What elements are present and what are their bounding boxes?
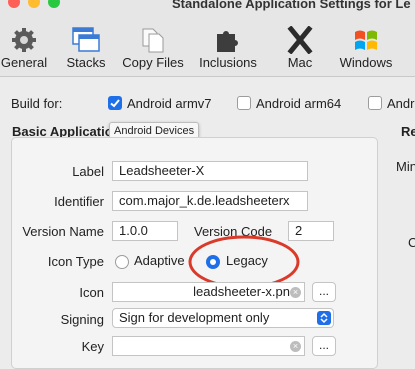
- toolbar: General Stacks Copy Files Inclusions Mac…: [0, 22, 415, 77]
- toolbar-inclusions-button[interactable]: Inclusions: [196, 22, 260, 74]
- toolbar-general-button[interactable]: General: [0, 22, 48, 74]
- label-field-label: Label: [72, 164, 104, 179]
- icon-field-label: Icon: [79, 285, 104, 300]
- key-field-label: Key: [81, 339, 104, 354]
- right-min-label: Min: [396, 159, 415, 174]
- build-for-label: Build for:: [11, 96, 63, 111]
- copy-files-icon: [138, 26, 168, 54]
- icon-browse-button[interactable]: ...: [312, 282, 336, 302]
- icon-clear-icon[interactable]: ×: [290, 287, 301, 298]
- build-android-armv7-label: Android armv7: [127, 96, 212, 111]
- mac-x-icon: [285, 25, 315, 55]
- build-android-other-label: Andr: [387, 96, 415, 111]
- build-android-armv7-checkbox[interactable]: [108, 96, 122, 110]
- toolbar-copy-files-label: Copy Files: [122, 55, 184, 70]
- icon-path-input[interactable]: leadsheeter-x.pn: [112, 282, 305, 302]
- build-android-arm64-checkbox[interactable]: [237, 96, 251, 110]
- toolbar-windows-label: Windows: [339, 55, 393, 70]
- key-clear-icon[interactable]: ×: [290, 341, 301, 352]
- title-bar: Standalone Application Settings for Le: [0, 0, 415, 22]
- identifier-field-label: Identifier: [54, 194, 104, 209]
- signing-select[interactable]: Sign for development only: [112, 308, 334, 328]
- build-android-other-checkbox[interactable]: [368, 96, 382, 110]
- windows-flag-icon: [351, 26, 381, 54]
- close-window-icon[interactable]: [8, 0, 20, 8]
- identifier-input[interactable]: com.major_k.de.leadsheeterx: [112, 191, 308, 211]
- window-title: Standalone Application Settings for Le: [172, 0, 411, 11]
- icon-type-adaptive-label: Adaptive: [134, 253, 185, 268]
- toolbar-mac-button[interactable]: Mac: [276, 22, 324, 74]
- minimize-window-icon[interactable]: [28, 0, 40, 8]
- gear-icon: [9, 26, 39, 54]
- right-section-heading: Re: [401, 124, 415, 139]
- icon-type-field-label: Icon Type: [47, 254, 104, 269]
- toolbar-copy-files-button[interactable]: Copy Files: [118, 22, 188, 74]
- checkmark-icon: [110, 99, 120, 108]
- toolbar-windows-button[interactable]: Windows: [336, 22, 396, 74]
- version-name-input[interactable]: 1.0.0: [112, 221, 178, 241]
- main-panel: Build for: Android armv7 Android arm64 A…: [0, 77, 415, 369]
- toolbar-stacks-button[interactable]: Stacks: [62, 22, 110, 74]
- toolbar-stacks-label: Stacks: [66, 55, 106, 70]
- select-arrows-icon: [317, 311, 331, 325]
- version-name-field-label: Version Name: [22, 224, 104, 239]
- build-android-arm64-label: Android arm64: [256, 96, 342, 111]
- signing-field-label: Signing: [60, 312, 104, 327]
- toolbar-general-label: General: [0, 55, 48, 70]
- key-browse-button[interactable]: ...: [312, 336, 336, 356]
- toolbar-mac-label: Mac: [287, 55, 313, 70]
- key-input[interactable]: [112, 336, 305, 356]
- zoom-window-icon[interactable]: [48, 0, 60, 8]
- right-c-label: C: [408, 235, 415, 250]
- signing-select-value: Sign for development only: [119, 310, 270, 325]
- toolbar-inclusions-label: Inclusions: [199, 55, 257, 70]
- icon-type-adaptive-radio[interactable]: [115, 255, 129, 269]
- stacks-icon: [71, 26, 101, 54]
- puzzle-icon: [213, 26, 243, 54]
- label-input[interactable]: Leadsheeter-X: [112, 161, 308, 181]
